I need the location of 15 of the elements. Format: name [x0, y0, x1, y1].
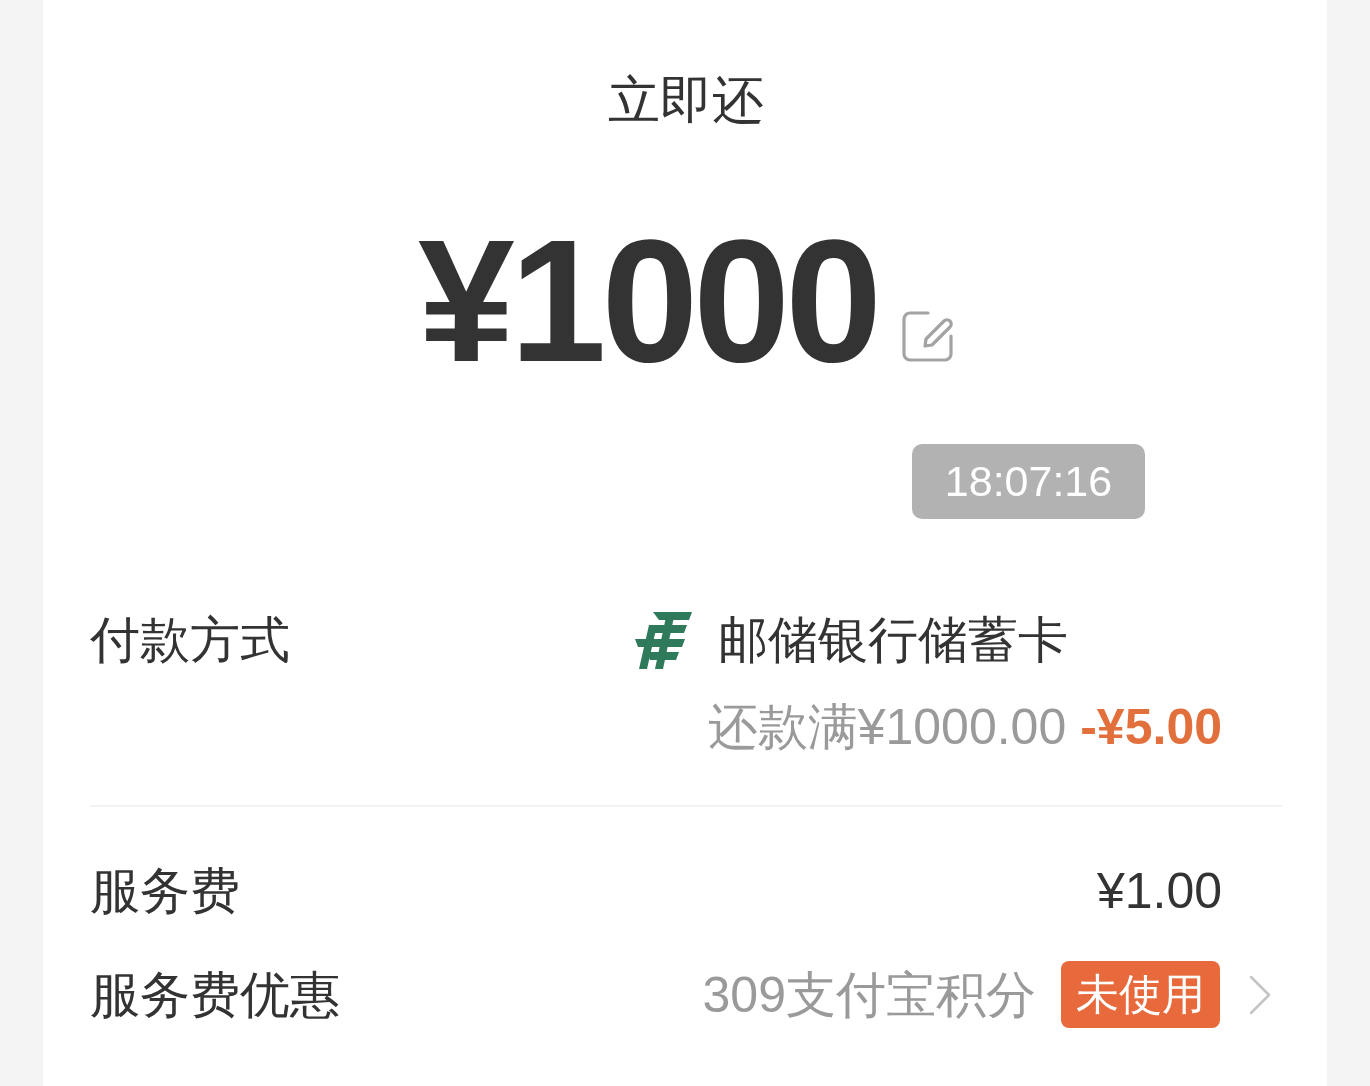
fee-amount: ¥1.00 [1096, 861, 1222, 921]
chevron-right-icon[interactable] [1248, 974, 1272, 1015]
points-text: 309支付宝积分 [702, 965, 1036, 1025]
page-title: 立即还 [608, 69, 764, 131]
status-badge: 未使用 [1061, 961, 1220, 1028]
amount-value: ¥1000 [418, 213, 877, 389]
bank-logo-icon [635, 611, 692, 669]
fee-label: 服务费 [90, 860, 240, 921]
promo-discount: -¥5.00 [1080, 698, 1222, 757]
payment-method[interactable]: 邮储银行储蓄卡 [718, 610, 1068, 670]
payment-label: 付款方式 [90, 610, 290, 670]
promo-condition: 还款满¥1000.00 [707, 698, 1067, 757]
time-badge: 18:07:16 [912, 444, 1145, 519]
edit-icon[interactable] [901, 310, 954, 362]
fee-label: 服务费优惠 [90, 964, 340, 1025]
